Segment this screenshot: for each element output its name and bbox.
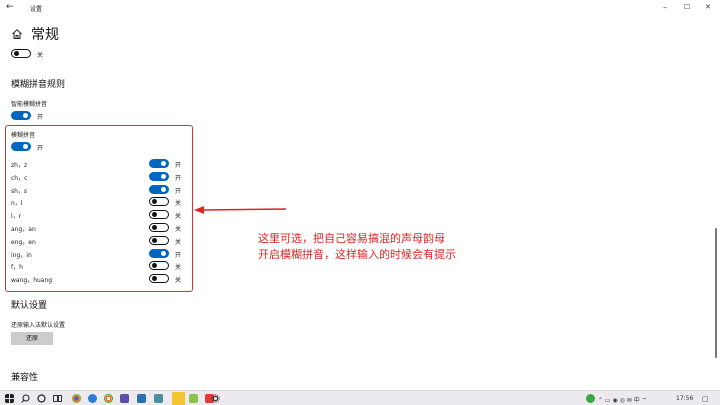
- clock[interactable]: 17:56: [676, 395, 693, 402]
- annotation-arrow: [194, 206, 286, 214]
- start-icon[interactable]: [5, 394, 14, 403]
- top-toggle-state: 关: [37, 52, 44, 59]
- fuzzy-pair-state: 关: [175, 264, 182, 272]
- title-bar: ← 设置 – ☐ ✕: [0, 0, 720, 16]
- file-explorer-icon[interactable]: [172, 392, 185, 405]
- reset-defaults-label: 还原输入法默认设置: [11, 322, 66, 329]
- fuzzy-label: 模糊拼音: [11, 132, 36, 139]
- close-button[interactable]: ✕: [701, 3, 715, 11]
- taskbar: ⌃ ▭ ◉ ◎ ✉ 中 ⌔ 17:56 ▢: [0, 390, 720, 405]
- fuzzy-pair-state: 开: [175, 174, 182, 182]
- media-icon[interactable]: [137, 394, 146, 403]
- tray-icons[interactable]: ⌃ ▭ ◉ ◎ ✉ 中 ⌔: [598, 395, 647, 404]
- default-settings-heading: 默认设置: [11, 301, 48, 311]
- fuzzy-pair-label: n，l: [11, 200, 23, 208]
- annotation-line-2: 开启模糊拼音，这样输入的时候会有提示: [258, 248, 456, 261]
- window-title: 设置: [30, 6, 43, 13]
- browser-icon[interactable]: [104, 394, 113, 403]
- fuzzy-rules-heading: 模糊拼音规则: [11, 80, 66, 90]
- fuzzy-pair-toggle[interactable]: [149, 197, 169, 207]
- annotation-line-1: 这里可选，把自己容易搞混的声母韵母: [258, 232, 445, 245]
- fuzzy-pair-state: 关: [175, 277, 182, 285]
- fuzzy-pair-state: 开: [175, 162, 182, 169]
- fuzzy-pair-label: sh，s: [11, 187, 28, 195]
- fuzzy-toggle[interactable]: [11, 142, 31, 151]
- back-arrow-icon[interactable]: ←: [6, 2, 14, 12]
- fuzzy-pair-label: zh，z: [11, 162, 28, 169]
- search-icon[interactable]: [21, 394, 30, 403]
- fuzzy-pair-state: 开: [175, 251, 182, 259]
- fuzzy-pair-state: 关: [175, 213, 182, 221]
- fuzzy-pair-toggle[interactable]: [149, 235, 169, 245]
- compatibility-heading: 兼容性: [11, 373, 39, 383]
- edge-icon[interactable]: [88, 394, 97, 403]
- fuzzy-pair-toggle[interactable]: [149, 248, 169, 258]
- settings-icon[interactable]: [211, 394, 220, 403]
- fuzzy-pair-state: 关: [175, 200, 182, 208]
- fuzzy-pair-label: f，h: [11, 264, 23, 272]
- reset-button[interactable]: 还原: [11, 332, 53, 345]
- maximize-button[interactable]: ☐: [680, 3, 694, 11]
- top-toggle[interactable]: [11, 49, 31, 58]
- fuzzy-state: 开: [37, 145, 44, 152]
- fuzzy-pair-toggle[interactable]: [149, 223, 169, 232]
- fuzzy-pair-toggle[interactable]: [149, 274, 169, 284]
- fuzzy-pair-label: ing，in: [11, 251, 32, 259]
- fuzzy-pair-toggle[interactable]: [149, 210, 169, 220]
- notification-icon[interactable]: ▢: [702, 395, 709, 403]
- page-title: 常规: [31, 27, 59, 43]
- wechat-tray-icon[interactable]: [586, 394, 595, 403]
- scrollbar-thumb[interactable]: [715, 228, 717, 358]
- fuzzy-pair-toggle[interactable]: [149, 171, 169, 181]
- fuzzy-pair-label: l，r: [11, 213, 22, 221]
- fuzzy-pair-toggle[interactable]: [149, 261, 169, 271]
- fuzzy-pair-label: ang，an: [11, 226, 36, 233]
- minimize-button[interactable]: –: [658, 3, 672, 12]
- smart-fuzzy-state: 开: [37, 114, 44, 121]
- fuzzy-pair-label: ch，c: [11, 174, 28, 182]
- fuzzy-pair-label: eng，en: [11, 238, 36, 246]
- fuzzy-pair-toggle[interactable]: [149, 159, 169, 168]
- app-icon-2[interactable]: [189, 394, 198, 403]
- smart-fuzzy-toggle[interactable]: [11, 111, 31, 120]
- fuzzy-pair-state: 开: [175, 187, 182, 195]
- fuzzy-pair-state: 关: [175, 226, 182, 233]
- task-view-icon[interactable]: [53, 394, 62, 403]
- fuzzy-pair-label: wang，huang: [11, 277, 53, 285]
- app-icon[interactable]: [120, 394, 129, 403]
- smart-fuzzy-label: 智能模糊拼音: [11, 101, 48, 108]
- home-icon: [12, 29, 22, 39]
- chrome-icon[interactable]: [72, 394, 81, 403]
- notes-icon[interactable]: [154, 394, 163, 403]
- fuzzy-pair-toggle[interactable]: [149, 184, 169, 194]
- cortana-icon[interactable]: [37, 394, 46, 403]
- fuzzy-pair-state: 关: [175, 238, 182, 246]
